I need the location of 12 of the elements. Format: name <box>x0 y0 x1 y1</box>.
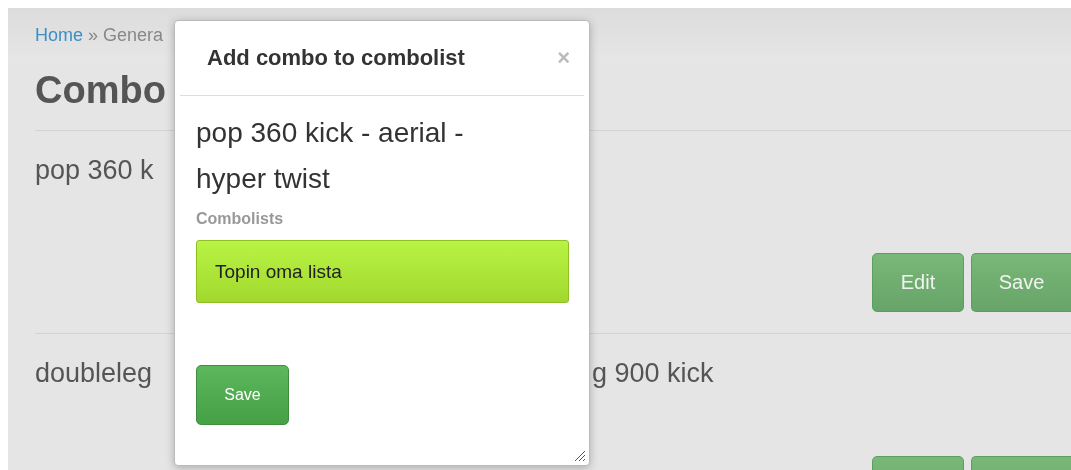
combo-name: g 900 kick <box>592 358 715 389</box>
breadcrumb-link[interactable]: Home <box>35 24 83 46</box>
save-button[interactable]: Save <box>196 365 289 425</box>
resize-grip-icon[interactable] <box>574 450 586 462</box>
breadcrumb-separator: » <box>88 24 99 46</box>
combo-name: doubleleg <box>35 358 153 389</box>
row-button[interactable]: Edit <box>872 253 964 312</box>
row-button[interactable]: Save <box>971 253 1071 312</box>
combolist-item[interactable]: Topin oma lista <box>196 240 569 303</box>
combo-name: pop 360 k <box>35 155 154 186</box>
section-label: Combolists <box>196 210 285 228</box>
breadcrumb-current: Genera <box>103 24 164 46</box>
